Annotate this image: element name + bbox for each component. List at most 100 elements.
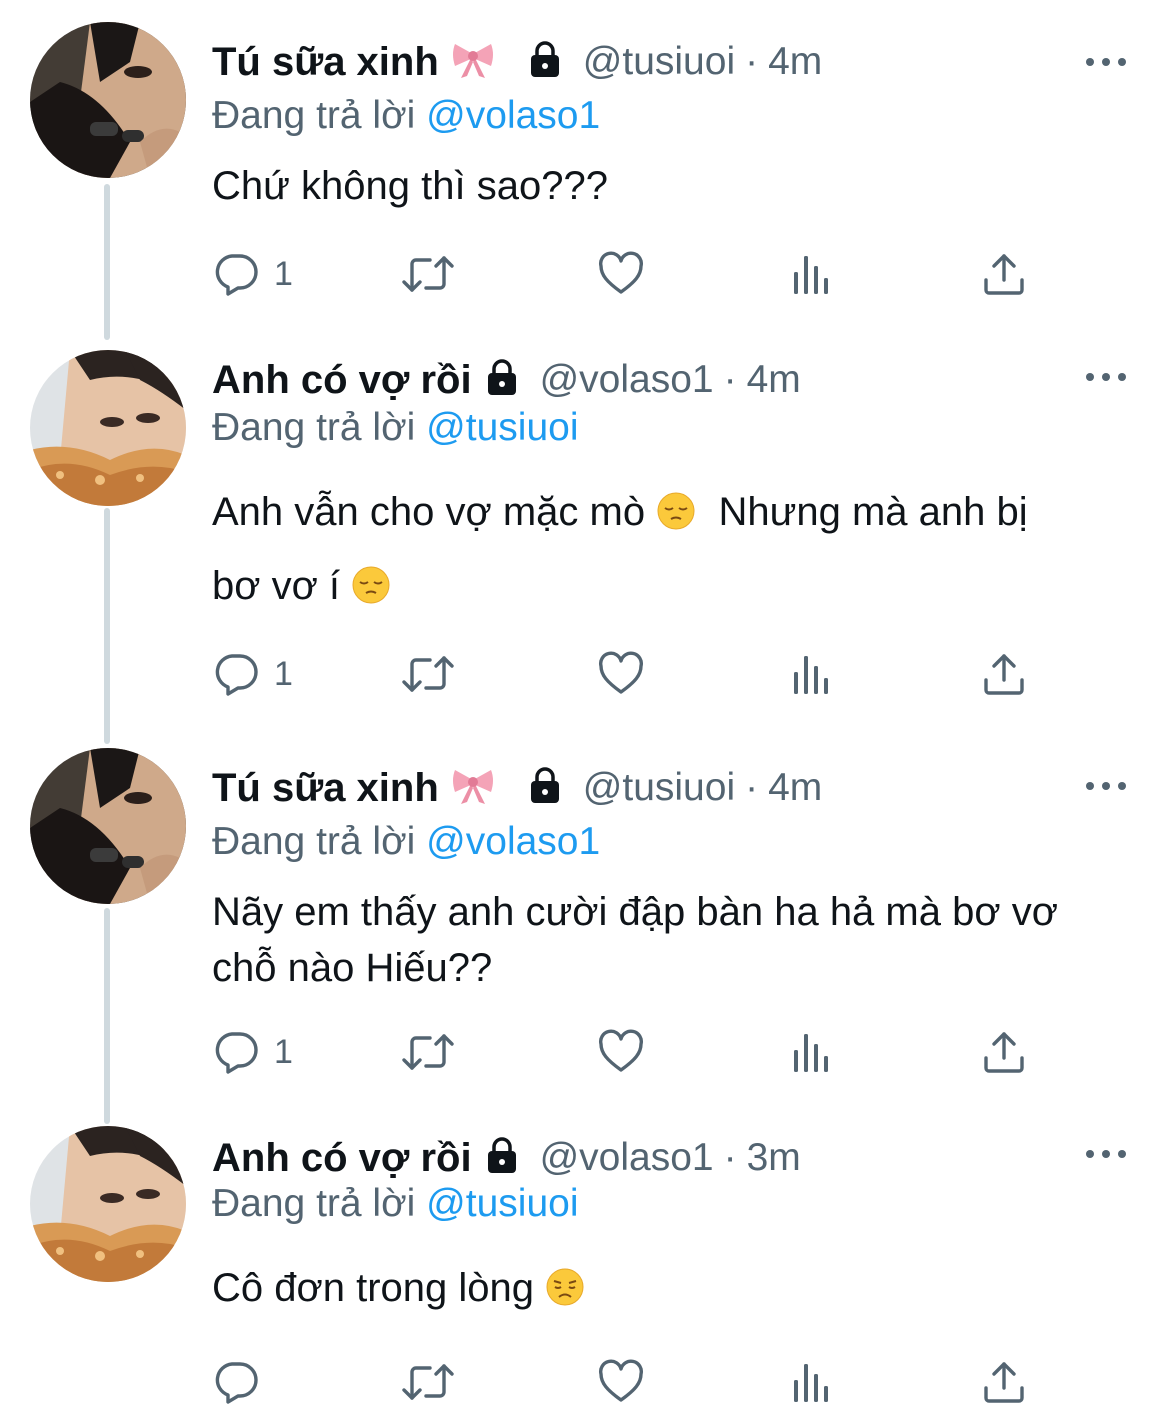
like-button[interactable]: [597, 250, 645, 298]
tweet-actions: 1: [212, 650, 1072, 698]
user-handle[interactable]: @volaso1: [540, 358, 714, 402]
tweet-text-line: Cô đơn trong lòng: [212, 1266, 534, 1310]
reply-count: 1: [274, 654, 293, 693]
reply-icon: [212, 250, 260, 298]
stats-icon: [788, 1358, 836, 1406]
avatar[interactable]: [30, 350, 186, 506]
timestamp[interactable]: 3m: [747, 1136, 801, 1180]
share-button[interactable]: [980, 1358, 1028, 1406]
like-button[interactable]: [597, 650, 645, 698]
mention-link[interactable]: @volaso1: [426, 820, 600, 863]
tweet-text-line: chỗ nào Hiếu??: [212, 946, 493, 990]
lock-icon: [482, 1136, 522, 1181]
tweet-text-line: Chứ không thì sao???: [212, 164, 608, 208]
reply-button[interactable]: 1: [212, 1028, 293, 1076]
timestamp[interactable]: 4m: [747, 358, 801, 402]
replying-to: Đang trả lời @tusiuoi: [212, 1182, 579, 1226]
tweet-text-line: bơ vơ í: [212, 552, 1142, 626]
mention-link[interactable]: @tusiuoi: [426, 406, 578, 449]
tweet-text-line: Anh vẫn cho vợ mặc mò Nhưng mà anh bị: [212, 478, 1142, 552]
reply-count: 1: [274, 254, 293, 293]
pensive-face-emoji-icon: [656, 484, 696, 552]
tweet-text-line: Nãy em thấy anh cười đập bàn ha hả mà bơ…: [212, 890, 1058, 934]
tweet-text-part: Nhưng mà anh bị: [718, 490, 1028, 534]
disappointed-face-emoji-icon: [545, 1266, 585, 1322]
like-button[interactable]: [597, 1028, 645, 1076]
tweet-text: Cô đơn trong lòng: [212, 1260, 1142, 1322]
share-icon: [980, 1358, 1028, 1406]
retweet-button[interactable]: [400, 250, 456, 298]
timestamp[interactable]: 4m: [768, 40, 822, 84]
replying-to: Đang trả lời @volaso1: [212, 94, 600, 138]
more-options-icon[interactable]: [1086, 1144, 1126, 1164]
separator-dot: ·: [745, 40, 759, 83]
timestamp[interactable]: 4m: [768, 766, 822, 810]
tweet-text-part: bơ vơ í: [212, 564, 341, 608]
share-button[interactable]: [980, 250, 1028, 298]
reply-button[interactable]: 1: [212, 250, 293, 298]
display-name[interactable]: Tú sữa xinh: [212, 766, 439, 811]
replying-to-label: Đang trả lời: [212, 820, 416, 863]
pensive-face-emoji-icon: [351, 558, 391, 626]
more-options-icon[interactable]: [1086, 776, 1126, 796]
mention-link[interactable]: @tusiuoi: [426, 1182, 578, 1225]
reply-button[interactable]: 1: [212, 650, 293, 698]
reply-icon: [212, 1028, 260, 1076]
avatar[interactable]: [30, 1126, 186, 1282]
heart-icon: [597, 650, 645, 698]
more-options-icon[interactable]: [1086, 367, 1126, 387]
retweet-button[interactable]: [400, 1358, 456, 1406]
reply-icon: [212, 650, 260, 698]
heart-icon: [597, 250, 645, 298]
mention-link[interactable]: @volaso1: [426, 94, 600, 137]
tweet-header: Tú sữa xinh @tusiuoi · 4m: [212, 758, 822, 818]
separator-dot: ·: [723, 358, 737, 401]
reply-count: 1: [274, 1032, 293, 1071]
lock-icon: [525, 40, 565, 85]
replying-to: Đang trả lời @tusiuoi: [212, 406, 579, 450]
tweet-header: Tú sữa xinh @tusiuoi · 4m: [212, 32, 822, 92]
reply-button[interactable]: [212, 1358, 274, 1406]
share-button[interactable]: [980, 1028, 1028, 1076]
avatar[interactable]: [30, 748, 186, 904]
thread-line: [104, 908, 110, 1124]
analytics-button[interactable]: [788, 1358, 836, 1406]
retweet-button[interactable]: [400, 1028, 456, 1076]
avatar[interactable]: [30, 22, 186, 178]
separator-dot: ·: [745, 766, 759, 809]
retweet-icon: [400, 1358, 456, 1406]
tweet-actions: [212, 1358, 1072, 1406]
display-name[interactable]: Anh có vợ rồi: [212, 1136, 472, 1181]
replying-to: Đang trả lời @volaso1: [212, 820, 600, 864]
user-handle[interactable]: @volaso1: [540, 1136, 714, 1180]
tweet-text-part: Anh vẫn cho vợ mặc mò: [212, 490, 646, 534]
tweet-actions: 1: [212, 1028, 1072, 1076]
thread-line: [104, 184, 110, 340]
share-icon: [980, 1028, 1028, 1076]
like-button[interactable]: [597, 1358, 645, 1406]
retweet-button[interactable]: [400, 650, 456, 698]
heart-icon: [597, 1028, 645, 1076]
tweet-text: Nãy em thấy anh cười đập bàn ha hả mà bơ…: [212, 884, 1142, 996]
display-name[interactable]: Tú sữa xinh: [212, 40, 439, 85]
analytics-button[interactable]: [788, 1028, 836, 1076]
analytics-button[interactable]: [788, 650, 836, 698]
analytics-button[interactable]: [788, 250, 836, 298]
tweet-text: Chứ không thì sao???: [212, 158, 1142, 214]
user-handle[interactable]: @tusiuoi: [583, 766, 735, 810]
lock-icon: [525, 766, 565, 811]
share-button[interactable]: [980, 650, 1028, 698]
display-name[interactable]: Anh có vợ rồi: [212, 358, 472, 403]
tweet-text: Anh vẫn cho vợ mặc mò Nhưng mà anh bị bơ…: [212, 478, 1142, 626]
tweet-header: Anh có vợ rồi @volaso1 · 4m: [212, 350, 801, 410]
more-options-icon[interactable]: [1086, 52, 1126, 72]
retweet-icon: [400, 650, 456, 698]
separator-dot: ·: [723, 1136, 737, 1179]
stats-icon: [788, 650, 836, 698]
retweet-icon: [400, 1028, 456, 1076]
stats-icon: [788, 1028, 836, 1076]
replying-to-label: Đang trả lời: [212, 1182, 416, 1225]
share-icon: [980, 650, 1028, 698]
user-handle[interactable]: @tusiuoi: [583, 40, 735, 84]
heart-icon: [597, 1358, 645, 1406]
